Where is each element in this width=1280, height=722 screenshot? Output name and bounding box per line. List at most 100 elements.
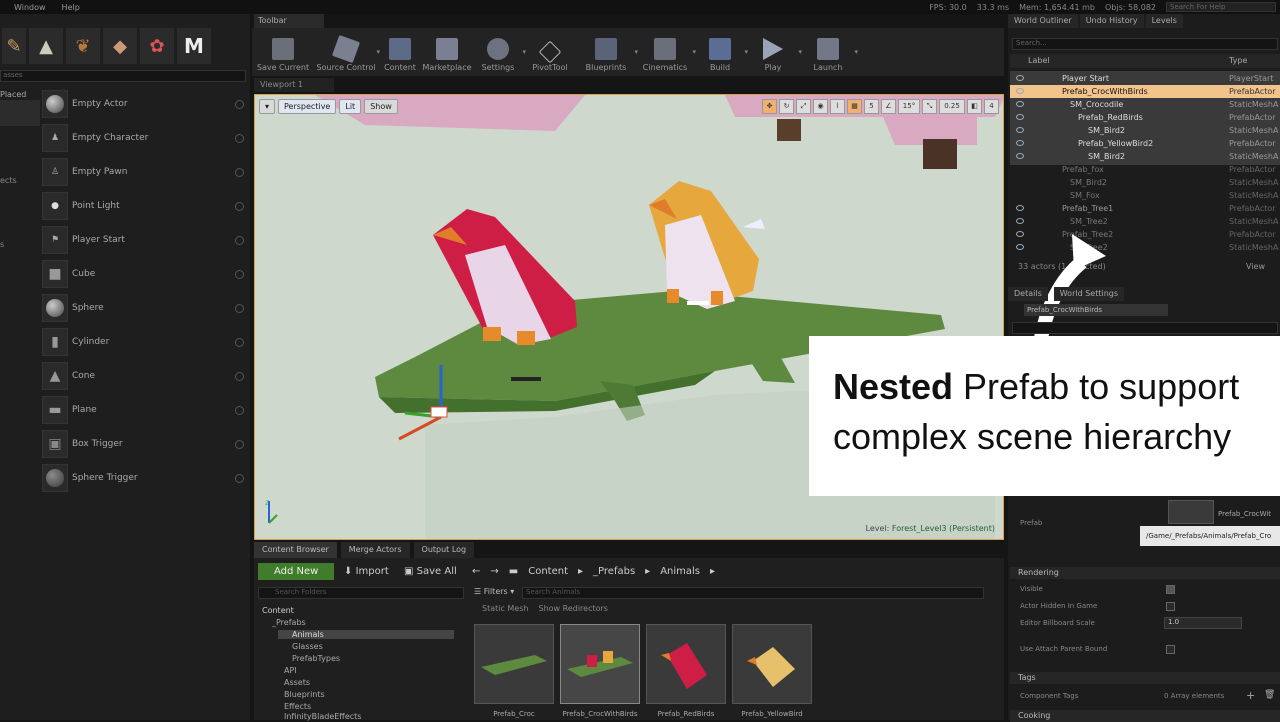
angle-snap-icon[interactable]: ∠	[881, 99, 896, 114]
add-element-icon[interactable]: +	[1246, 689, 1255, 702]
eye-icon[interactable]	[1016, 88, 1024, 94]
viewport-menu-button[interactable]: ▾	[259, 99, 276, 114]
tab-undo-history[interactable]: Undo History	[1079, 14, 1144, 28]
foliage-mode-icon[interactable]: ❦	[66, 28, 100, 64]
place-item-empty-pawn[interactable]: ♙ Empty Pawn	[42, 156, 248, 188]
help-search-input[interactable]: Search For Help	[1166, 2, 1276, 12]
scale-icon[interactable]: ⤢	[796, 99, 811, 114]
place-item-cone[interactable]: ▲ Cone	[42, 360, 248, 392]
menu-help[interactable]: Help	[62, 3, 80, 12]
category-other[interactable]: s	[0, 240, 4, 249]
eye-icon[interactable]	[1016, 101, 1024, 107]
place-item-player-start[interactable]: ⚑ Player Start	[42, 224, 248, 256]
cooking-section-header[interactable]: Cooking	[1010, 710, 1280, 722]
chip-static-mesh[interactable]: Static Mesh	[482, 604, 528, 613]
tab-output-log[interactable]: Output Log	[413, 542, 475, 558]
folder-item[interactable]: Blueprints	[284, 690, 325, 699]
outliner-row[interactable]: SM_Bird2 StaticMeshA	[1010, 176, 1280, 189]
translate-icon[interactable]: ✥	[762, 99, 777, 114]
eye-icon[interactable]	[1016, 218, 1024, 224]
eye-icon[interactable]	[1016, 75, 1024, 81]
breadcrumb-animals[interactable]: Animals	[660, 563, 700, 580]
save-current-button[interactable]: Save Current	[252, 28, 314, 76]
play-button[interactable]: Play ▾	[746, 28, 802, 76]
category-objects[interactable]: ects	[0, 176, 17, 185]
angle-snap-value[interactable]: 15°	[898, 99, 920, 114]
breadcrumb-content[interactable]: Content	[528, 563, 568, 580]
pivot-tool-button[interactable]: PivotTool	[524, 28, 576, 76]
asset-tile[interactable]	[646, 624, 726, 704]
place-item-box-trigger[interactable]: ▣ Box Trigger	[42, 428, 248, 460]
folder-item-selected[interactable]: Animals	[278, 630, 454, 639]
eye-icon[interactable]	[1016, 205, 1024, 211]
outliner-row[interactable]: SM_Bird2 StaticMeshA	[1010, 124, 1280, 137]
tags-section-header[interactable]: Tags	[1010, 672, 1280, 684]
world-icon[interactable]: ◉	[813, 99, 828, 114]
paint-mode-icon[interactable]: ✎	[2, 28, 26, 64]
mesh-mode-icon[interactable]: M	[177, 28, 211, 64]
actor-name-field[interactable]: Prefab_CrocWithBirds	[1024, 304, 1168, 316]
color-mode-icon[interactable]: ✿	[140, 28, 174, 64]
billboard-scale-input[interactable]: 1.0	[1164, 617, 1242, 629]
outliner-row[interactable]: Prefab_fox PrefabActor	[1010, 163, 1280, 176]
asset-tile[interactable]	[474, 624, 554, 704]
outliner-row[interactable]: SM_Crocodile StaticMeshA	[1010, 98, 1280, 111]
grid-snap-value[interactable]: 5	[864, 99, 879, 114]
landscape-mode-icon[interactable]: ▲	[29, 28, 63, 64]
place-item-point-light[interactable]: ● Point Light	[42, 190, 248, 222]
details-search-input[interactable]	[1012, 322, 1278, 334]
tab-content-browser[interactable]: Content Browser	[254, 542, 337, 558]
asset-search-input[interactable]: Search Animals	[522, 587, 984, 599]
scale-snap-value[interactable]: 0.25	[939, 99, 965, 114]
add-new-button[interactable]: Add New	[258, 563, 334, 580]
attach-bound-checkbox[interactable]	[1166, 645, 1175, 654]
outliner-row[interactable]: SM_Fox StaticMeshA	[1010, 189, 1280, 202]
place-search-input[interactable]: asses	[0, 70, 246, 82]
breadcrumb-prefabs[interactable]: _Prefabs	[593, 563, 635, 580]
toolbar-tab[interactable]: Toolbar	[254, 14, 324, 28]
camera-speed-value[interactable]: 4	[984, 99, 999, 114]
eye-icon[interactable]	[1016, 114, 1024, 120]
save-all-button[interactable]: ▣ Save All	[404, 563, 457, 580]
place-item-empty-character[interactable]: ♟ Empty Character	[42, 122, 248, 154]
perspective-button[interactable]: Perspective	[278, 99, 337, 114]
surface-snap-icon[interactable]: ⌇	[830, 99, 845, 114]
launch-button[interactable]: Launch ▾	[800, 28, 858, 76]
scale-snap-icon[interactable]: ⤡	[922, 99, 937, 114]
geometry-mode-icon[interactable]: ◆	[103, 28, 137, 64]
content-button[interactable]: Content	[378, 28, 422, 76]
trash-icon[interactable]: 🗑	[1264, 690, 1275, 700]
folder-item[interactable]: API	[284, 666, 297, 675]
blueprints-button[interactable]: Blueprints ▾	[576, 28, 638, 76]
tab-merge-actors[interactable]: Merge Actors	[340, 542, 410, 558]
place-item-plane[interactable]: ▬ Plane	[42, 394, 248, 426]
rendering-section-header[interactable]: Rendering	[1010, 567, 1280, 579]
place-item-empty-actor[interactable]: Empty Actor	[42, 88, 248, 120]
category-placed[interactable]: Placed	[0, 90, 26, 99]
source-control-button[interactable]: Source Control ▾	[314, 28, 380, 76]
tab-details[interactable]: Details	[1008, 287, 1048, 301]
prefab-asset-name[interactable]: Prefab_CrocWit	[1218, 510, 1280, 518]
filters-button[interactable]: ☰ Filters ▾	[474, 587, 514, 596]
tab-world-settings[interactable]: World Settings	[1053, 287, 1125, 301]
type-column-header[interactable]: Type	[1229, 54, 1247, 68]
asset-tile-selected[interactable]	[560, 624, 640, 704]
place-item-cylinder[interactable]: ▮ Cylinder	[42, 326, 248, 358]
prefab-thumbnail[interactable]	[1168, 500, 1214, 524]
folder-item[interactable]: PrefabTypes	[292, 654, 340, 663]
visible-checkbox[interactable]	[1166, 585, 1175, 594]
folder-search-input[interactable]: Search Folders	[258, 587, 464, 599]
build-button[interactable]: Build ▾	[694, 28, 748, 76]
outliner-row[interactable]: Prefab_RedBirds PrefabActor	[1010, 111, 1280, 124]
eye-icon[interactable]	[1016, 153, 1024, 159]
outliner-row[interactable]: SM_Bird2 StaticMeshA	[1010, 150, 1280, 163]
label-column-header[interactable]: Label	[1028, 54, 1050, 68]
outliner-row-selected[interactable]: Prefab_CrocWithBirds PrefabActor	[1010, 85, 1280, 98]
cinematics-button[interactable]: Cinematics ▾	[636, 28, 696, 76]
tab-world-outliner[interactable]: World Outliner	[1008, 14, 1078, 28]
grid-snap-icon[interactable]: ▦	[847, 99, 862, 114]
outliner-row[interactable]: Prefab_YellowBird2 PrefabActor	[1010, 137, 1280, 150]
folder-item[interactable]: Glasses	[292, 642, 323, 651]
place-item-sphere-trigger[interactable]: Sphere Trigger	[42, 462, 248, 494]
hidden-in-game-checkbox[interactable]	[1166, 602, 1175, 611]
